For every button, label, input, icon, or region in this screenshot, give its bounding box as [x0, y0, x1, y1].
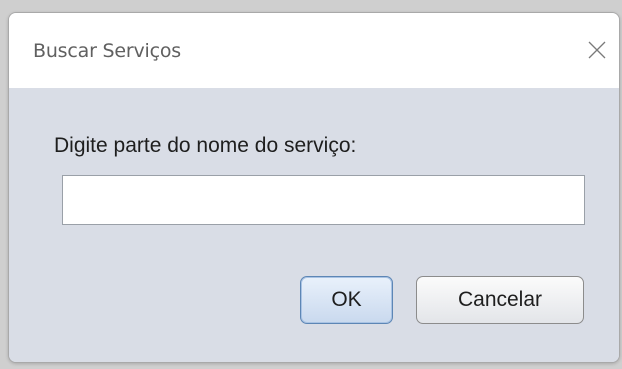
ok-button[interactable]: OK: [300, 276, 393, 324]
prompt-label: Digite parte do nome do serviço:: [54, 134, 357, 157]
cancel-button[interactable]: Cancelar: [416, 276, 584, 324]
title-bar: Buscar Serviços: [9, 13, 619, 88]
search-services-dialog: Buscar Serviços Digite parte do nome do …: [8, 12, 620, 363]
service-name-input[interactable]: [62, 175, 585, 225]
close-button[interactable]: [571, 31, 619, 71]
dialog-title: Buscar Serviços: [33, 40, 181, 62]
dialog-content: Digite parte do nome do serviço: OK Canc…: [9, 88, 619, 362]
